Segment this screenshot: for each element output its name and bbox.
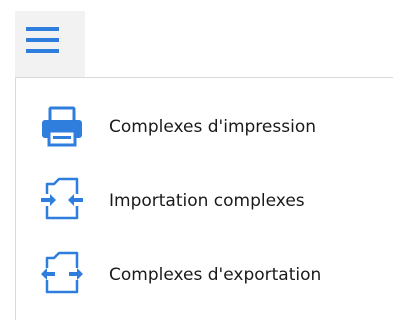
menu-item-label: Complexes d'exportation (109, 265, 322, 285)
menu-item-export-complexes[interactable]: Complexes d'exportation (16, 238, 392, 312)
hamburger-menu-icon (26, 27, 59, 53)
hamburger-menu-button[interactable] (15, 11, 85, 81)
dropdown-menu: Complexes d'impression Importation compl… (15, 77, 393, 320)
export-icon (41, 251, 83, 294)
menu-item-import-complexes[interactable]: Importation complexes (16, 164, 392, 238)
menu-item-label: Complexes d'impression (109, 117, 316, 137)
menu-item-label: Importation complexes (109, 191, 305, 211)
printer-icon (42, 106, 82, 147)
import-icon (41, 177, 83, 220)
menu-item-print-complexes[interactable]: Complexes d'impression (16, 90, 392, 164)
